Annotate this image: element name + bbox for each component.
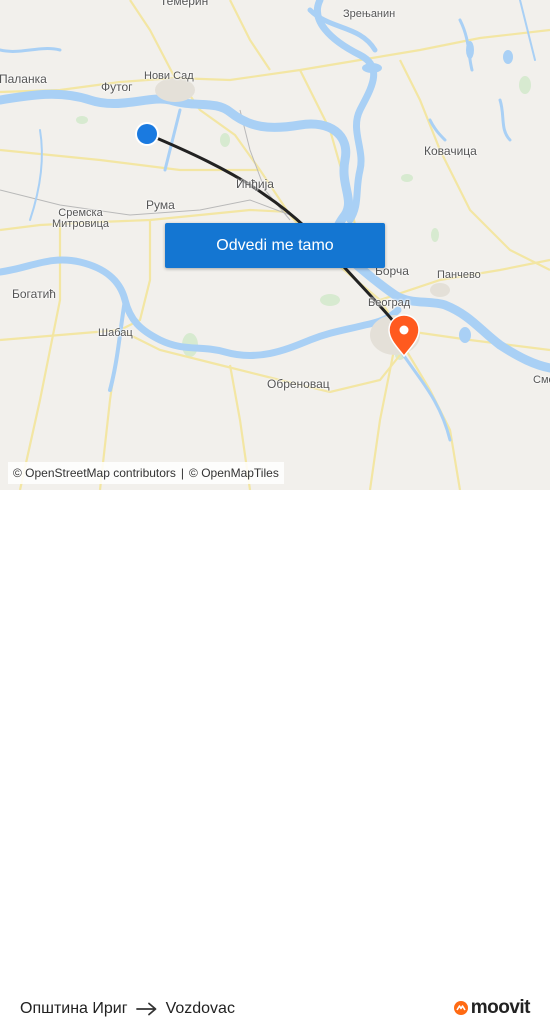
- place-label: Сме: [533, 374, 550, 386]
- place-label: Обреновац: [267, 377, 330, 391]
- place-label: Шабац: [98, 327, 133, 339]
- footer-bar: Општина Ириг Vozdovac moovit: [0, 490, 550, 1018]
- origin-dot-icon[interactable]: [135, 122, 159, 146]
- place-label: Ковачица: [424, 144, 477, 158]
- place-label: Панчево: [437, 269, 481, 281]
- moovit-logo[interactable]: moovit: [453, 997, 531, 1019]
- place-label: Паланка: [0, 72, 47, 86]
- place-label: Рума: [146, 198, 175, 212]
- arrow-right-icon: [135, 1002, 158, 1016]
- attribution-separator: |: [180, 466, 185, 480]
- urban-areas: [155, 78, 450, 355]
- place-label: Богатић: [12, 287, 56, 301]
- place-label: Футог: [101, 80, 133, 94]
- omt-attribution-link[interactable]: © OpenMapTiles: [189, 466, 279, 480]
- map-view[interactable]: Темерин Зрењанин Паланка Футог Нови Сад …: [0, 0, 550, 490]
- origin-name: Општина Ириг: [20, 1000, 128, 1017]
- place-label: Сремска Митровица: [52, 207, 109, 230]
- place-label: Београд: [368, 297, 411, 309]
- brand-name: moovit: [470, 997, 531, 1018]
- destination-name: Vozdovac: [165, 1000, 235, 1017]
- osm-attribution-link[interactable]: © OpenStreetMap contributors: [13, 466, 176, 480]
- route-summary: Општина Ириг Vozdovac: [20, 1000, 235, 1018]
- place-label: Нови Сад: [144, 70, 194, 82]
- place-label: Зрењанин: [343, 8, 396, 20]
- directions-button[interactable]: Odvedi me tamo: [165, 223, 385, 268]
- place-label: Темерин: [160, 0, 209, 8]
- place-label: Инђија: [236, 177, 274, 191]
- moovit-pin-icon: [453, 1000, 469, 1016]
- map-attribution: © OpenStreetMap contributors | © OpenMap…: [8, 462, 284, 484]
